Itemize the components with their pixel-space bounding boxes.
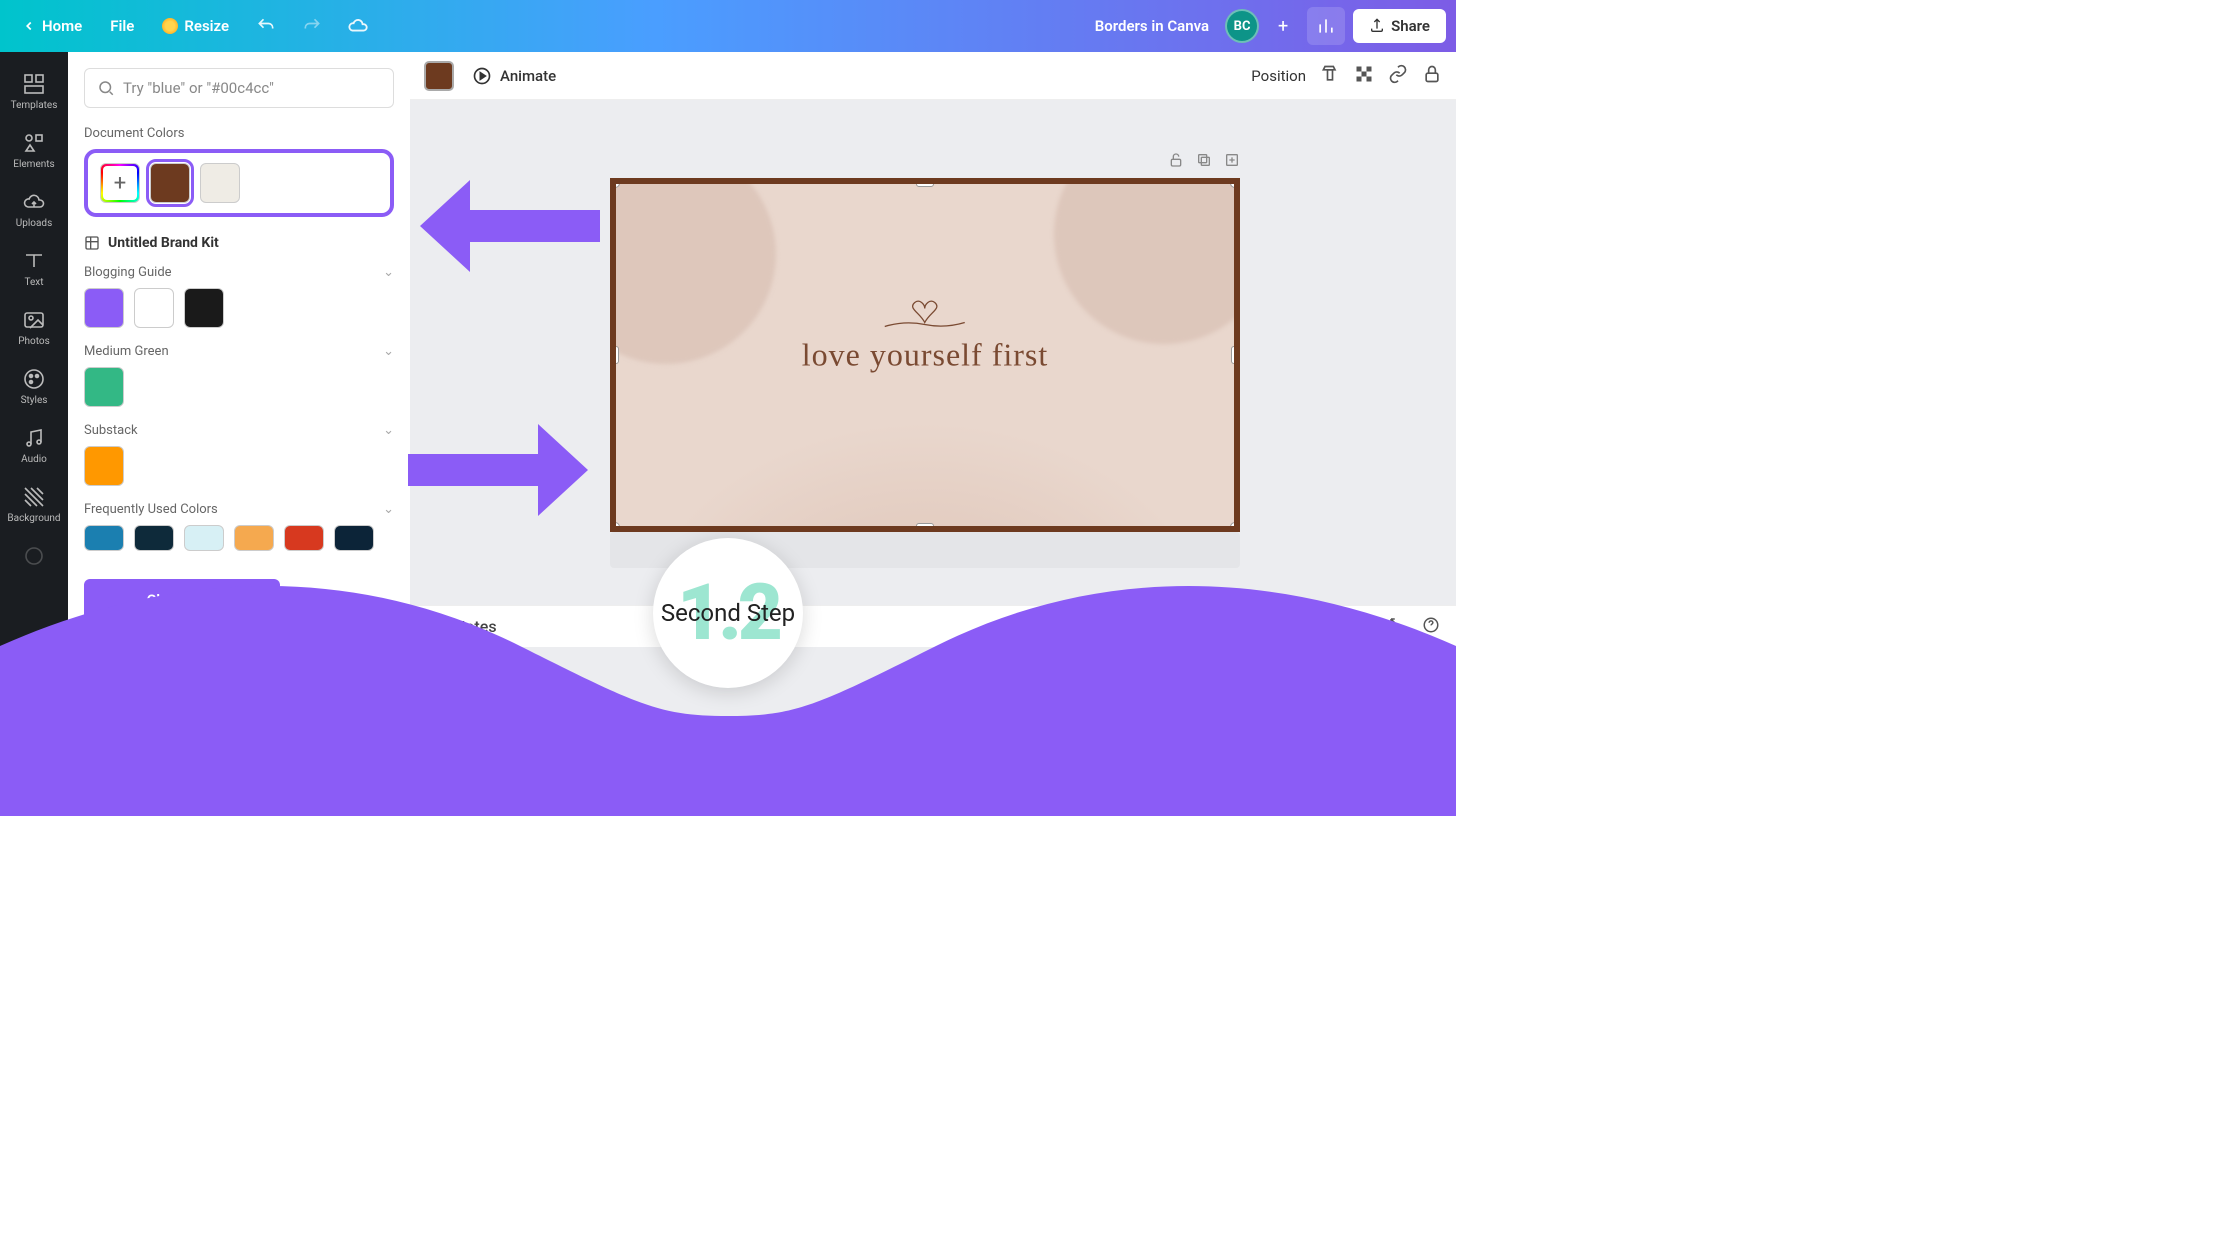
resize-button[interactable]: Resize (150, 9, 241, 43)
document-color-swatch[interactable] (150, 163, 190, 203)
lock-icon[interactable] (1422, 64, 1442, 88)
document-colors-label: Document Colors (84, 126, 394, 141)
heart-icon (870, 295, 980, 335)
palette-swatch[interactable] (134, 288, 174, 328)
canvas-wrapper: love yourself first (610, 152, 1240, 532)
notes-bar: Notes 1 (410, 605, 1456, 647)
rail-photos[interactable]: Photos (0, 298, 68, 357)
rail-text[interactable]: Text (0, 239, 68, 298)
animate-icon (472, 66, 492, 86)
abstract-shape (610, 178, 807, 395)
resize-handle[interactable] (1230, 522, 1240, 532)
insights-button[interactable] (1307, 7, 1345, 45)
freq-swatch[interactable] (334, 525, 374, 551)
resize-handle[interactable] (1231, 346, 1239, 364)
design-canvas[interactable]: love yourself first (610, 178, 1240, 532)
chevron-down-icon[interactable]: ⌄ (383, 502, 394, 517)
freq-swatch[interactable] (134, 525, 174, 551)
document-title[interactable]: Borders in Canva (1095, 17, 1209, 35)
palette-swatch[interactable] (184, 288, 224, 328)
cloud-sync-icon[interactable] (347, 15, 369, 37)
resize-handle[interactable] (1230, 178, 1240, 188)
chevron-down-icon[interactable]: ⌄ (383, 265, 394, 280)
undo-button[interactable] (255, 15, 277, 37)
freq-swatch[interactable] (184, 525, 224, 551)
canvas-content[interactable]: love yourself first (802, 295, 1049, 374)
annotation-arrow-right (408, 424, 588, 516)
left-rail: Templates Elements Uploads Text Photos S… (0, 52, 68, 816)
freq-swatch[interactable] (284, 525, 324, 551)
resize-handle[interactable] (916, 179, 934, 187)
freq-swatch[interactable] (84, 525, 124, 551)
resize-handle[interactable] (916, 523, 934, 531)
annotation-arrow-left (420, 180, 600, 272)
context-toolbar: Animate Position (410, 52, 1456, 100)
file-menu[interactable]: File (98, 9, 146, 43)
search-icon (97, 79, 115, 97)
abstract-shape (1054, 178, 1240, 344)
add-collaborator-button[interactable]: + (1267, 10, 1299, 42)
grid-view-icon[interactable]: 1 (1354, 616, 1372, 638)
notes-icon (426, 618, 444, 636)
resize-handle[interactable] (610, 522, 620, 532)
selected-color-chip[interactable] (424, 61, 454, 91)
color-search-input[interactable]: Try "blue" or "#00c4cc" (84, 68, 394, 108)
brand-kit-header[interactable]: Untitled Brand Kit (84, 235, 394, 251)
header-left-group: Home File Resize (10, 9, 379, 43)
palette-blogging-guide: Blogging Guide⌄ (84, 265, 394, 328)
rail-background[interactable]: Background (0, 475, 68, 534)
rail-styles[interactable]: Styles (0, 357, 68, 416)
resize-label: Resize (184, 17, 229, 35)
palette-substack: Substack⌄ (84, 423, 394, 486)
chevron-down-icon[interactable]: ⌄ (383, 423, 394, 438)
share-button[interactable]: Share (1353, 9, 1446, 43)
redo-button[interactable] (301, 15, 323, 37)
rail-more[interactable] (0, 534, 68, 578)
canvas-text: love yourself first (802, 337, 1049, 374)
palette-medium-green: Medium Green⌄ (84, 344, 394, 407)
change-all-button[interactable]: Change all (84, 579, 280, 621)
chevron-down-icon[interactable]: ⌄ (383, 344, 394, 359)
palette-swatch[interactable] (84, 288, 124, 328)
header-right-group: Borders in Canva BC + Share (1095, 7, 1446, 45)
duplicate-page-icon[interactable] (1196, 152, 1212, 172)
rail-templates[interactable]: Templates (0, 62, 68, 121)
page-strip[interactable] (610, 532, 1240, 568)
svg-text:1: 1 (1361, 621, 1365, 630)
transparency-icon[interactable] (1354, 64, 1374, 88)
user-avatar[interactable]: BC (1225, 9, 1259, 43)
link-icon[interactable] (1388, 64, 1408, 88)
add-color-button[interactable]: + (100, 163, 140, 203)
position-button[interactable]: Position (1251, 67, 1306, 85)
fullscreen-icon[interactable] (1388, 616, 1406, 638)
freq-swatch[interactable] (234, 525, 274, 551)
color-panel: Try "blue" or "#00c4cc" Document Colors … (68, 52, 410, 816)
page-toolbar (610, 152, 1240, 172)
document-color-swatch[interactable] (200, 163, 240, 203)
copy-style-icon[interactable] (1320, 64, 1340, 88)
animate-button[interactable]: Animate (472, 66, 556, 86)
document-colors-row: + (84, 149, 394, 217)
resize-handle[interactable] (611, 346, 619, 364)
rail-elements[interactable]: Elements (0, 121, 68, 180)
palette-swatch[interactable] (84, 367, 124, 407)
app-header: Home File Resize Borders in Canva BC + S… (0, 0, 1456, 52)
brand-kit-icon (84, 235, 100, 251)
crown-icon (162, 18, 178, 34)
palette-swatch[interactable] (84, 446, 124, 486)
notes-label[interactable]: Notes (454, 617, 497, 636)
frequently-used-colors: Frequently Used Colors⌄ (84, 502, 394, 551)
lock-page-icon[interactable] (1168, 152, 1184, 172)
help-icon[interactable] (1422, 616, 1440, 638)
home-label: Home (42, 17, 82, 35)
rail-audio[interactable]: Audio (0, 416, 68, 475)
add-page-icon[interactable] (1224, 152, 1240, 172)
home-button[interactable]: Home (10, 9, 94, 43)
rail-uploads[interactable]: Uploads (0, 180, 68, 239)
resize-handle[interactable] (610, 178, 620, 188)
share-label: Share (1391, 17, 1430, 35)
